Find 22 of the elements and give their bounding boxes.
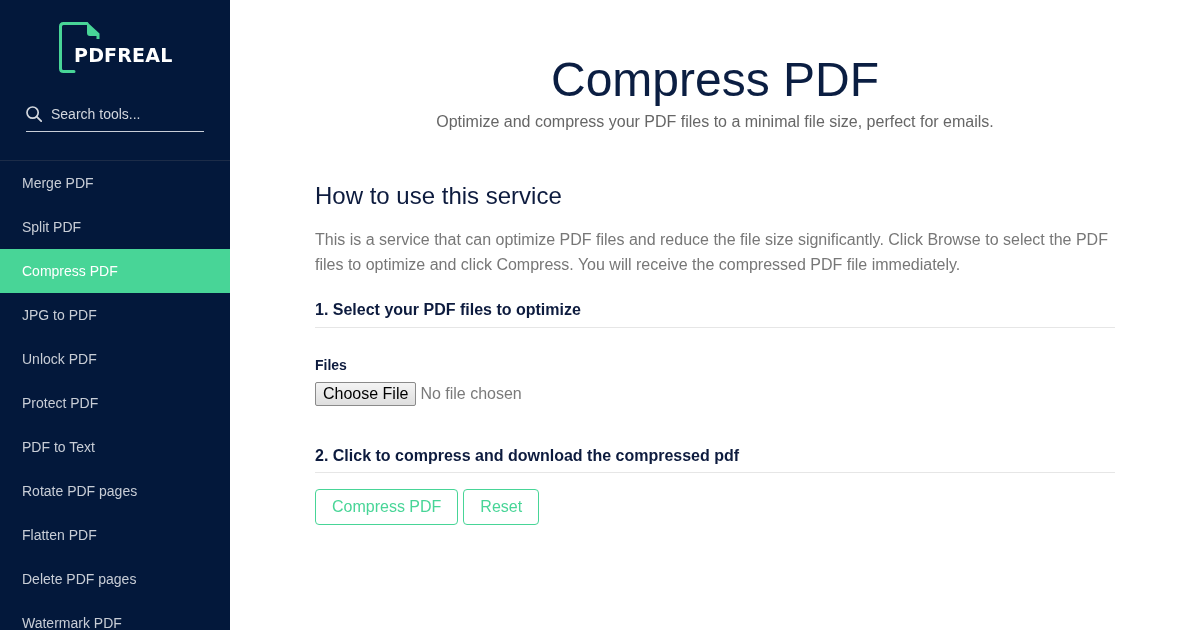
search-icon — [26, 106, 42, 122]
page-title: Compress PDF — [550, 52, 880, 108]
sidebar-item[interactable]: JPG to PDF — [0, 293, 230, 337]
sidebar-item[interactable]: Protect PDF — [0, 381, 230, 425]
section-heading: 1. Select your PDF files to optimize — [315, 298, 1115, 329]
logo-text[interactable]: PDFREAL — [74, 43, 173, 67]
choose-file-button[interactable]: Choose File — [315, 382, 417, 407]
section-heading: 2. Click to compress and download the compressed pdf — [315, 444, 1115, 474]
page-subtitle: Optimize and compress your PDF files to a minimal file size, perfect for emails. — [436, 111, 994, 132]
file-status-text: No file chosen — [420, 385, 522, 404]
sidebar-item[interactable]: Rotate PDF pages — [0, 469, 230, 513]
search-field[interactable]: Search tools... — [26, 100, 204, 132]
field-label: Files — [315, 356, 347, 376]
sidebar-item[interactable]: Watermark PDF — [0, 601, 230, 630]
sidebar-item[interactable]: Flatten PDF — [0, 513, 230, 557]
sidebar-item[interactable]: PDF to Text — [0, 425, 230, 469]
section-title: How to use this service — [315, 181, 562, 211]
sidebar-item[interactable]: Split PDF — [0, 205, 230, 249]
sidebar-item[interactable]: Merge PDF — [0, 161, 230, 205]
description-text: This is a service that can optimize PDF files and reduce the file size significantly. Click Browse to select the PDF files to optimize and click Compress. You will receive the compressed PDF file immediately. — [315, 230, 1109, 276]
sidebar-item[interactable]: Delete PDF pages — [0, 557, 230, 601]
sidebar-item[interactable]: Unlock PDF — [0, 337, 230, 381]
